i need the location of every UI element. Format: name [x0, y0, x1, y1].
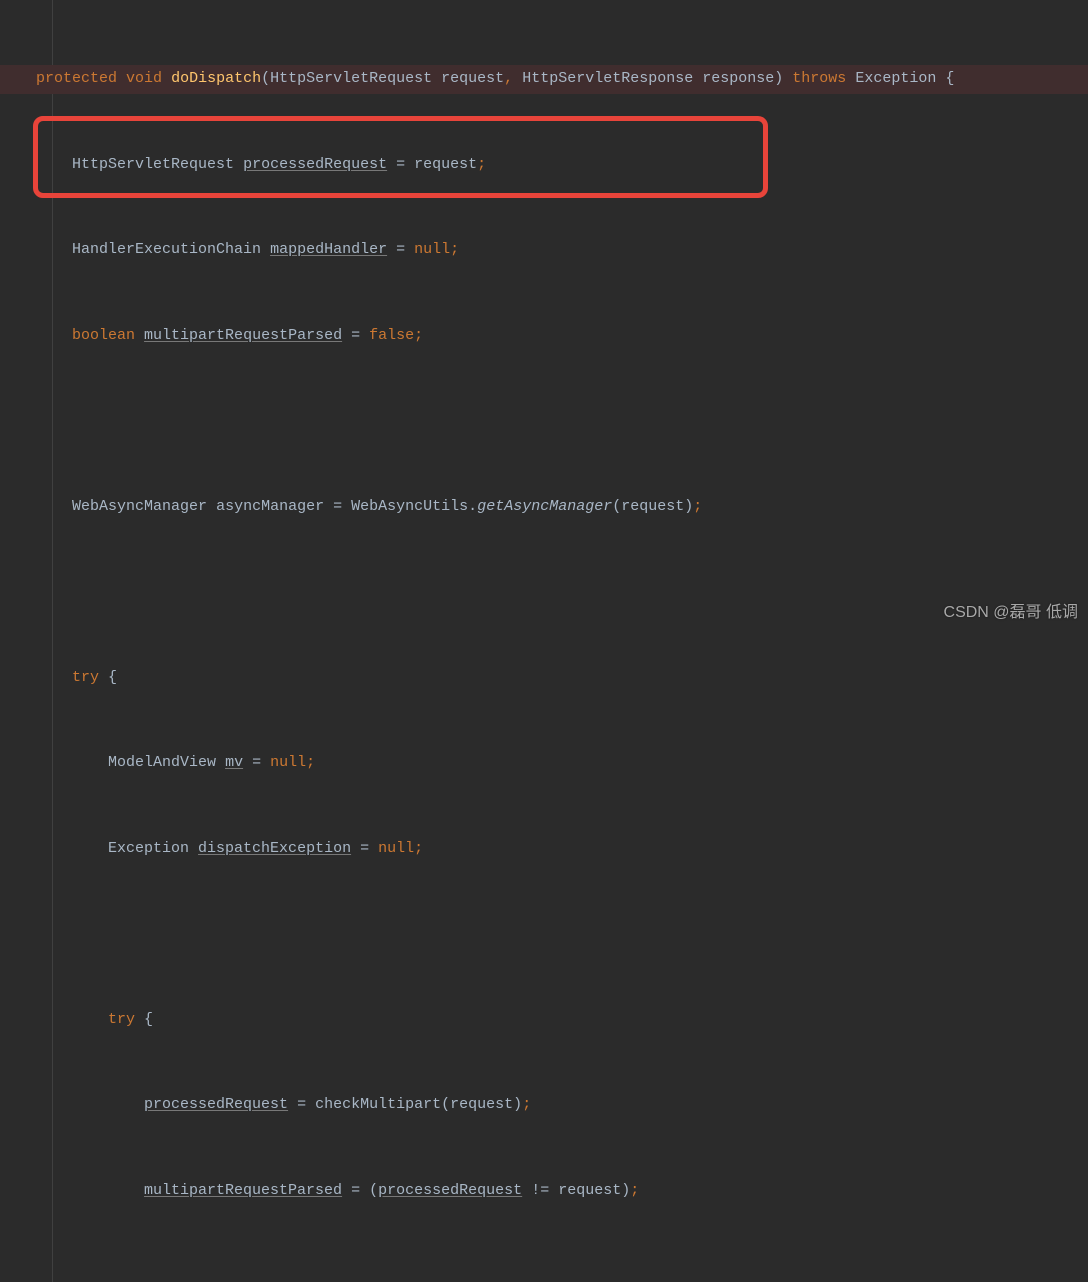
code-line: HttpServletRequest processedRequest = re… — [0, 151, 1088, 180]
code-line: protected void doDispatch(HttpServletReq… — [0, 65, 1088, 94]
keyword: protected — [36, 70, 117, 87]
variable: multipartRequestParsed — [144, 327, 342, 344]
blank-line — [0, 920, 1088, 949]
code-editor[interactable]: protected void doDispatch(HttpServletReq… — [0, 0, 1088, 1282]
code-line: ModelAndView mv = null; — [0, 749, 1088, 778]
keyword: throws — [792, 70, 846, 87]
keyword: void — [126, 70, 162, 87]
code-line: try { — [0, 1006, 1088, 1035]
code-line: multipartRequestParsed = (processedReque… — [0, 1177, 1088, 1206]
blank-line — [0, 578, 1088, 607]
code-area: protected void doDispatch(HttpServletReq… — [0, 0, 1088, 1282]
code-line: boolean multipartRequestParsed = false; — [0, 322, 1088, 351]
blank-line — [0, 407, 1088, 436]
blank-line — [0, 1262, 1088, 1282]
variable: processedRequest — [243, 156, 387, 173]
method-name: doDispatch — [171, 70, 261, 87]
code-line: try { — [0, 664, 1088, 693]
variable: mappedHandler — [270, 241, 387, 258]
code-line: Exception dispatchException = null; — [0, 835, 1088, 864]
code-line: processedRequest = checkMultipart(reques… — [0, 1091, 1088, 1120]
watermark: CSDN @磊哥 低调 — [944, 599, 1078, 628]
static-method: getAsyncManager — [477, 498, 612, 515]
code-line: HandlerExecutionChain mappedHandler = nu… — [0, 236, 1088, 265]
code-line: WebAsyncManager asyncManager = WebAsyncU… — [0, 493, 1088, 522]
